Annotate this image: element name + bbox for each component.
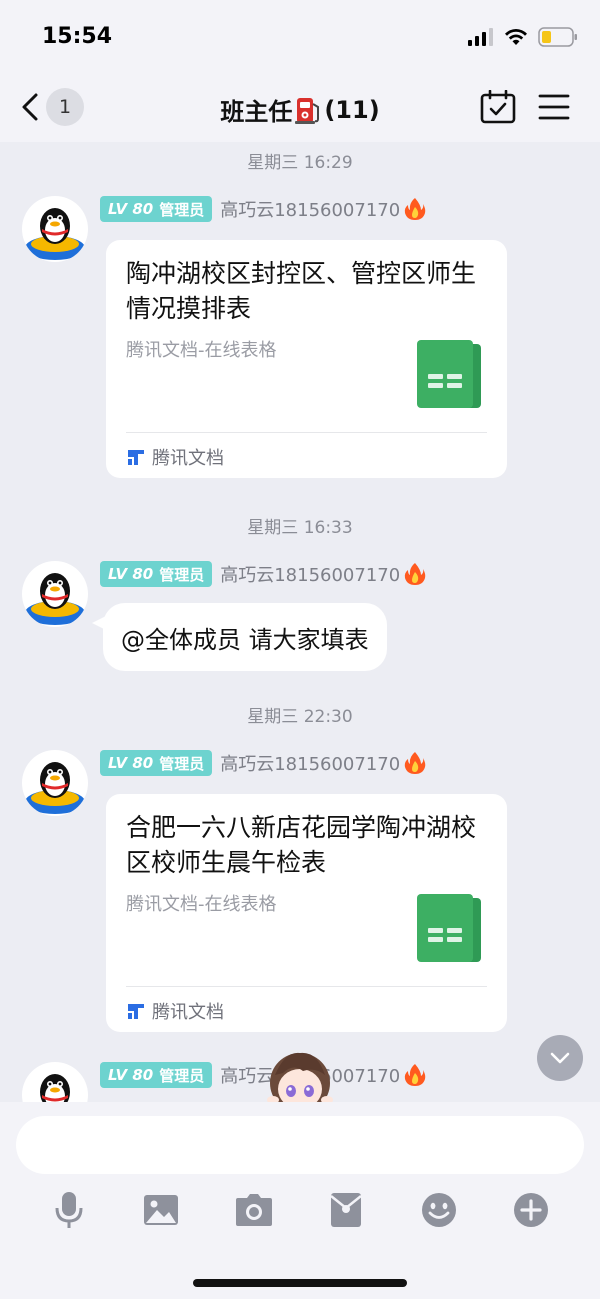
plus-icon: [514, 1193, 548, 1227]
avatar[interactable]: [22, 561, 88, 627]
doc-card[interactable]: 合肥一六八新店花园学陶冲湖校区校师生晨午检表 腾讯文档-在线表格 腾讯文档: [106, 794, 507, 1032]
avatar[interactable]: [22, 750, 88, 816]
image-button[interactable]: [141, 1190, 181, 1230]
role-label: 管理员: [159, 565, 205, 584]
time-separator: 星期三 16:33: [247, 518, 353, 538]
fire-icon: [405, 1064, 426, 1086]
avatar[interactable]: [22, 196, 88, 262]
nav-bar: 1 班主任 (11): [0, 72, 600, 142]
scroll-to-bottom-button[interactable]: [537, 1035, 583, 1081]
qq-penguin-avatar-icon: [25, 573, 85, 625]
time-separator: 星期三 16:29: [247, 153, 353, 173]
signal-icon: [468, 28, 493, 46]
admin-badge: LV 80 管理员: [100, 196, 213, 222]
doc-source: 腾讯文档: [126, 998, 224, 1024]
level-label: LV 80: [108, 754, 154, 772]
member-count: (11): [324, 95, 380, 124]
doc-card[interactable]: 陶冲湖校区封控区、管控区师生情况摸排表 腾讯文档-在线表格 腾讯文档: [106, 240, 507, 478]
sender-name[interactable]: 高巧云18156007170: [220, 561, 400, 587]
menu-icon[interactable]: [538, 92, 570, 122]
role-label: 管理员: [159, 754, 205, 773]
fuel-pump-icon: [295, 97, 320, 124]
status-time: 15:54: [42, 24, 113, 49]
message-input[interactable]: [16, 1116, 584, 1174]
time-separator: 星期三 22:30: [247, 707, 353, 727]
doc-source-label: 腾讯文档: [152, 448, 224, 469]
sender-meta: LV 80 管理员 高巧云18156007170: [100, 1062, 426, 1088]
microphone-icon: [55, 1192, 83, 1228]
status-icons: [468, 26, 578, 48]
divider: [126, 432, 487, 433]
spreadsheet-icon: [417, 340, 481, 408]
doc-title: 陶冲湖校区封控区、管控区师生情况摸排表: [126, 259, 477, 323]
sender-meta: LV 80 管理员 高巧云18156007170: [100, 750, 426, 776]
fire-icon: [405, 198, 426, 220]
input-area: [0, 1102, 600, 1299]
qq-penguin-avatar-icon: [25, 208, 85, 260]
admin-badge: LV 80 管理员: [100, 750, 213, 776]
chat-title-text: 班主任: [220, 98, 293, 126]
doc-source-label: 腾讯文档: [152, 1002, 224, 1023]
emoji-button[interactable]: [419, 1190, 459, 1230]
camera-button[interactable]: [234, 1190, 274, 1230]
tencent-docs-icon: [128, 450, 144, 465]
doc-subtitle: 腾讯文档-在线表格: [126, 340, 277, 361]
doc-subtitle: 腾讯文档-在线表格: [126, 894, 277, 915]
role-label: 管理员: [159, 1066, 205, 1085]
level-label: LV 80: [108, 565, 154, 583]
sender-meta: LV 80 管理员 高巧云18156007170: [100, 561, 426, 587]
spreadsheet-icon: [417, 894, 481, 962]
fire-icon: [405, 752, 426, 774]
more-button[interactable]: [511, 1190, 551, 1230]
wifi-icon: [505, 28, 527, 45]
doc-title: 合肥一六八新店花园学陶冲湖校区校师生晨午检表: [126, 813, 477, 877]
text-bubble[interactable]: @全体成员 请大家填表: [103, 603, 387, 671]
level-label: LV 80: [108, 1066, 154, 1084]
calendar-check-icon[interactable]: [480, 90, 516, 124]
tencent-docs-icon: [128, 1004, 144, 1019]
sender-meta: LV 80 管理员 高巧云18156007170: [100, 196, 426, 222]
voice-button[interactable]: [49, 1190, 89, 1230]
admin-badge: LV 80 管理员: [100, 1062, 213, 1088]
role-label: 管理员: [159, 200, 205, 219]
doc-source: 腾讯文档: [126, 444, 224, 470]
peeking-character-sticker[interactable]: [265, 1045, 335, 1102]
battery-icon: [538, 27, 577, 47]
level-label: LV 80: [108, 200, 154, 218]
red-packet-icon: [330, 1193, 362, 1227]
status-bar: 15:54: [0, 0, 600, 72]
avatar[interactable]: [22, 1062, 88, 1102]
red-packet-button[interactable]: [326, 1190, 366, 1230]
home-indicator[interactable]: [193, 1279, 407, 1287]
admin-badge: LV 80 管理员: [100, 561, 213, 587]
camera-icon: [236, 1194, 272, 1226]
chevron-down-icon: [550, 1052, 570, 1064]
qq-penguin-avatar-icon: [25, 762, 85, 814]
emoji-icon: [422, 1193, 456, 1227]
image-icon: [144, 1195, 178, 1225]
divider: [126, 986, 487, 987]
sender-name[interactable]: 高巧云18156007170: [220, 196, 400, 222]
qq-penguin-avatar-icon: [40, 1074, 70, 1102]
fire-icon: [405, 563, 426, 585]
sender-name[interactable]: 高巧云18156007170: [220, 750, 400, 776]
chat-message-list[interactable]: 星期三 16:29 LV 80 管理员 高巧云18156007170 陶冲湖校区…: [0, 142, 600, 1102]
